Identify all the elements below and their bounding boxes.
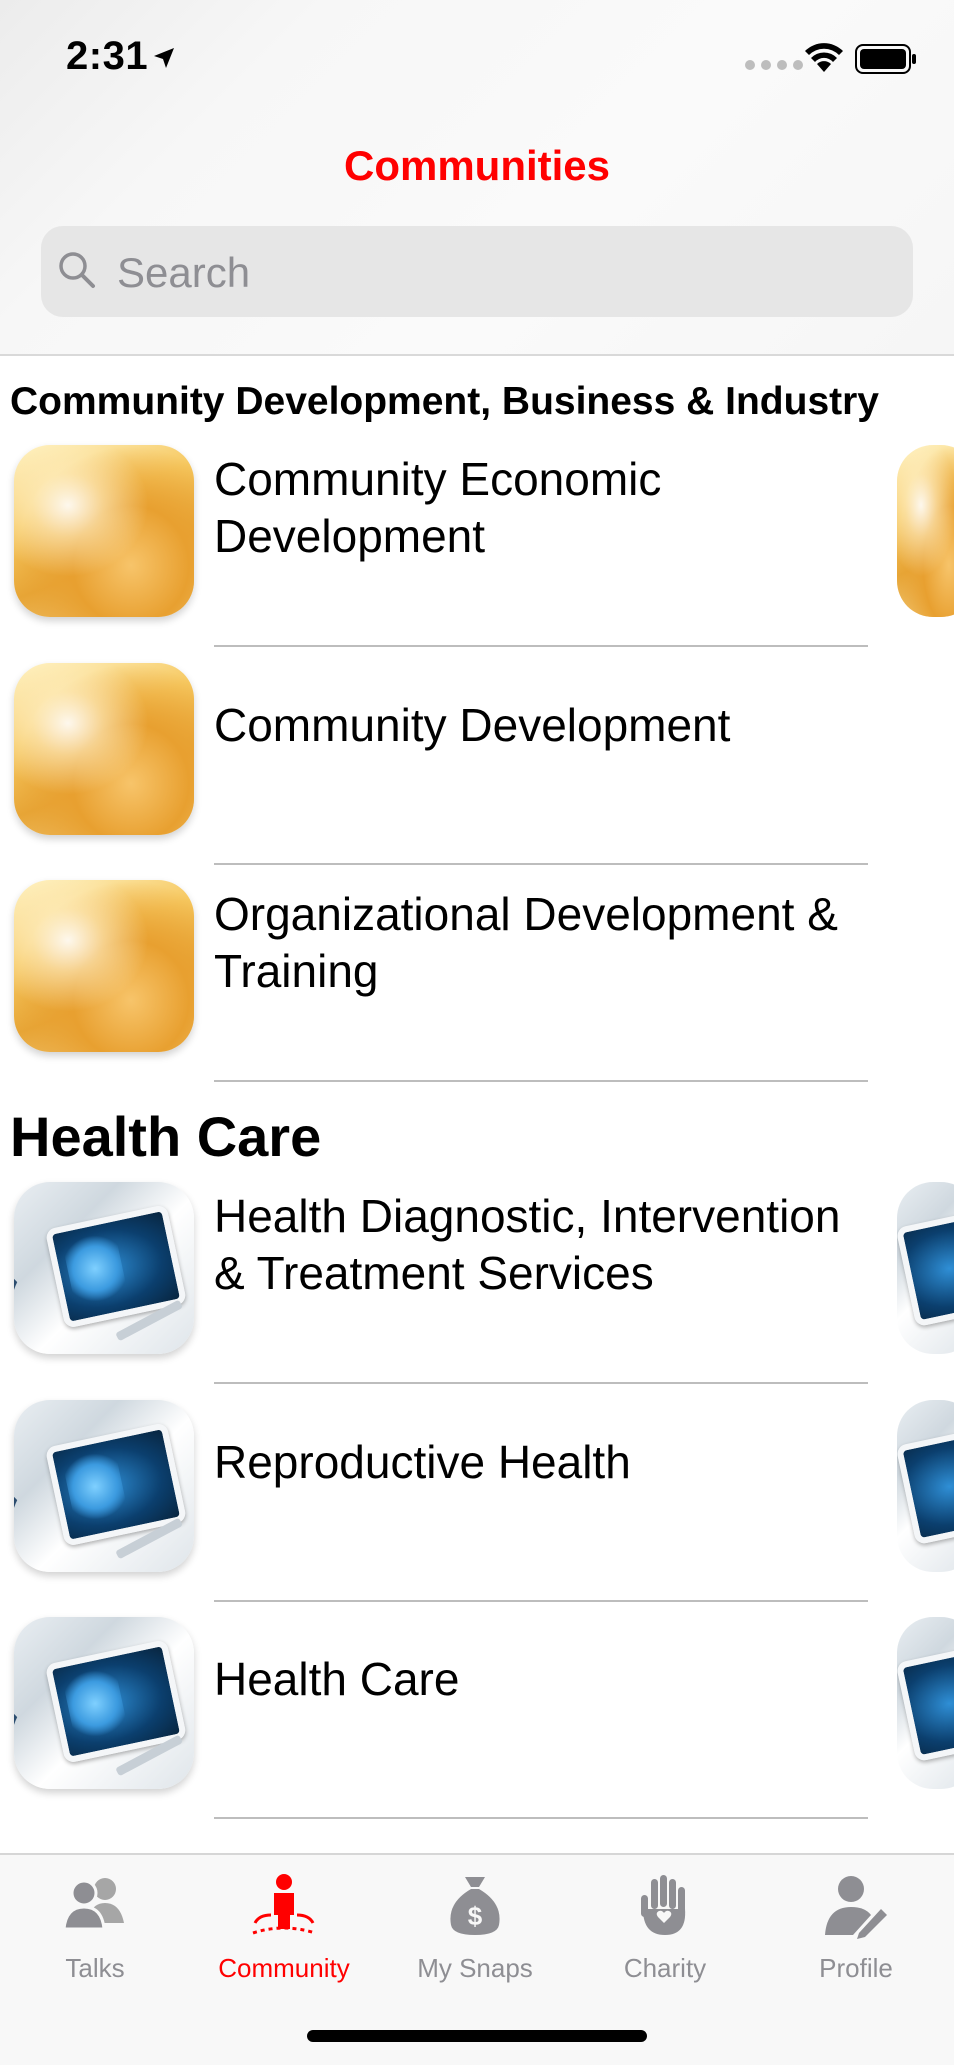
home-indicator [307,2030,647,2042]
list-item[interactable]: Community Development [0,655,954,873]
next-thumbnail-peek [897,1400,954,1572]
cellular-signal-icon [745,60,803,70]
row-divider [214,1817,868,1819]
location-arrow-icon [154,48,174,68]
tab-community[interactable]: Community [189,1855,379,1995]
next-thumbnail-peek [897,1182,954,1354]
community-icon [252,1874,316,1935]
community-thumbnail [14,880,194,1052]
list-item-label: Community Economic Development [214,453,662,562]
tab-label: Charity [623,1953,707,1983]
community-thumbnail [14,1182,194,1354]
search-icon [59,252,95,288]
charity-hand-icon [641,1875,686,1935]
row-divider [214,645,868,647]
next-thumbnail-peek [897,445,954,617]
community-thumbnail [14,445,194,617]
tab-label: Community [218,1953,350,1983]
list-item-label: Community Development [214,699,731,751]
battery-icon [855,44,916,74]
tab-profile[interactable]: Profile [761,1855,951,1995]
list-item[interactable]: Reproductive Health [0,1392,954,1610]
search-input[interactable] [115,226,879,319]
wifi-icon [805,43,843,72]
list-item-label: Health Care [214,1653,460,1705]
community-thumbnail [14,1617,194,1789]
profile-edit-icon [825,1876,887,1939]
money-bag-icon: $ [450,1877,500,1935]
tab-label: My Snaps [417,1953,533,1983]
tab-charity[interactable]: Charity [570,1855,760,1995]
row-divider [214,1382,868,1384]
list-item[interactable]: Health Care [0,1609,954,1827]
tab-talks[interactable]: Talks [0,1855,190,1995]
section-heading: Health Care [10,1105,322,1168]
search-bar[interactable] [41,226,913,319]
list-item-label: Reproductive Health [214,1436,631,1488]
navigation-header: 2:31 Communities [0,0,954,356]
row-divider [214,1080,868,1082]
page-title: Communities [343,142,611,189]
row-divider [214,1600,868,1602]
svg-text:$: $ [468,1901,483,1931]
tab-label: Talks [65,1953,125,1983]
row-divider [214,863,868,865]
list-item-label: Health Diagnostic, Intervention & Treatm… [214,1190,841,1299]
tab-my-snaps[interactable]: $ My Snaps [380,1855,570,1995]
section-heading: Community Development, Business & Indust… [10,380,879,423]
list-item-label: Organizational Development & Training [214,888,838,997]
community-thumbnail [14,663,194,835]
tab-label: Profile [819,1953,893,1983]
list-item[interactable]: Community Economic Development [0,437,954,655]
list-item[interactable]: Health Diagnostic, Intervention & Treatm… [0,1174,954,1392]
talks-icon [62,1878,124,1931]
tab-bar: Talks Community $ My Snaps Charity Profi… [0,1853,954,2065]
list-item[interactable]: Organizational Development & Training [0,872,954,1090]
next-thumbnail-peek [897,1617,954,1789]
status-time: 2:31 [66,34,149,78]
community-thumbnail [14,1400,194,1572]
